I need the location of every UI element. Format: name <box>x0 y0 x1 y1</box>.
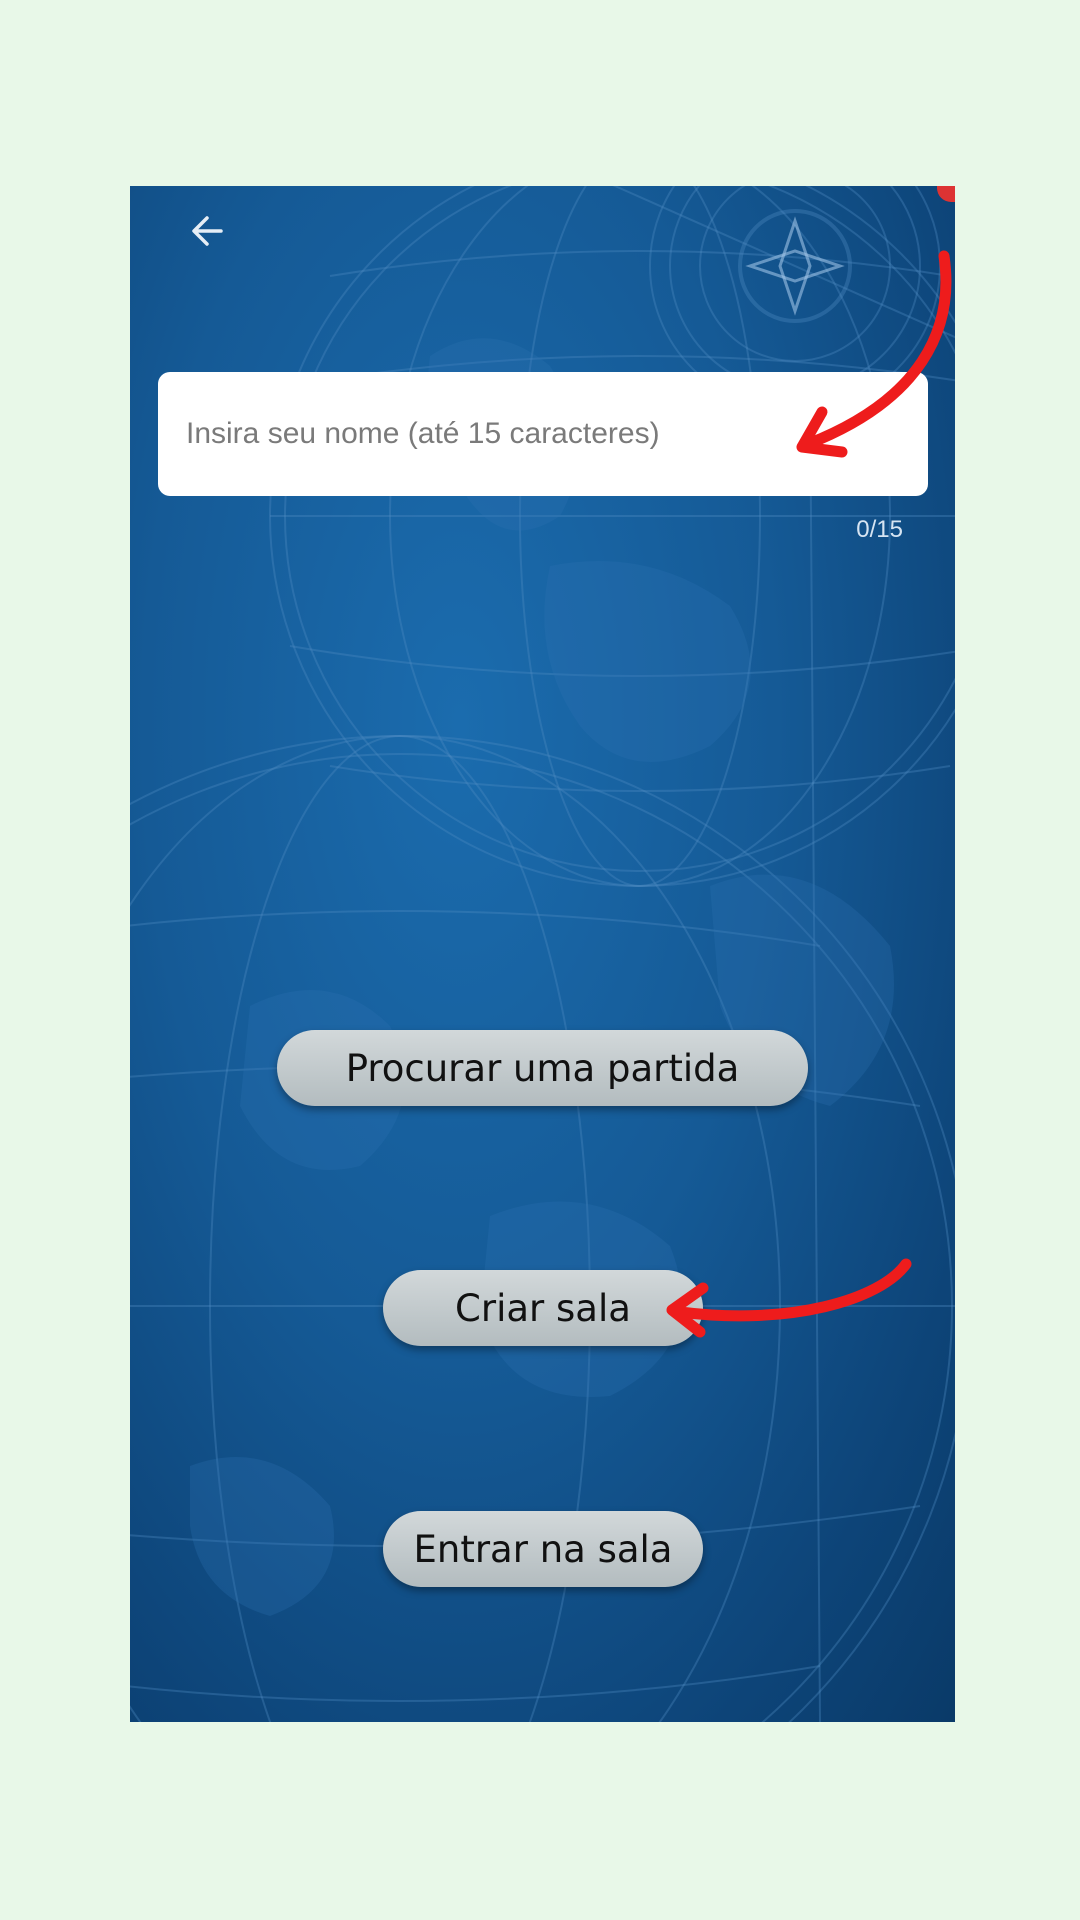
char-counter: 0/15 <box>856 516 903 543</box>
back-button[interactable] <box>182 206 232 256</box>
find-match-button[interactable]: Procurar uma partida <box>277 1030 808 1106</box>
create-room-button[interactable]: Criar sala <box>383 1270 703 1346</box>
app-screen: 0/15 Procurar uma partida Criar sala Ent… <box>130 186 955 1722</box>
name-input[interactable] <box>184 416 902 452</box>
name-field[interactable] <box>158 372 928 496</box>
arrow-left-icon <box>192 216 223 246</box>
join-room-button[interactable]: Entrar na sala <box>383 1511 703 1587</box>
